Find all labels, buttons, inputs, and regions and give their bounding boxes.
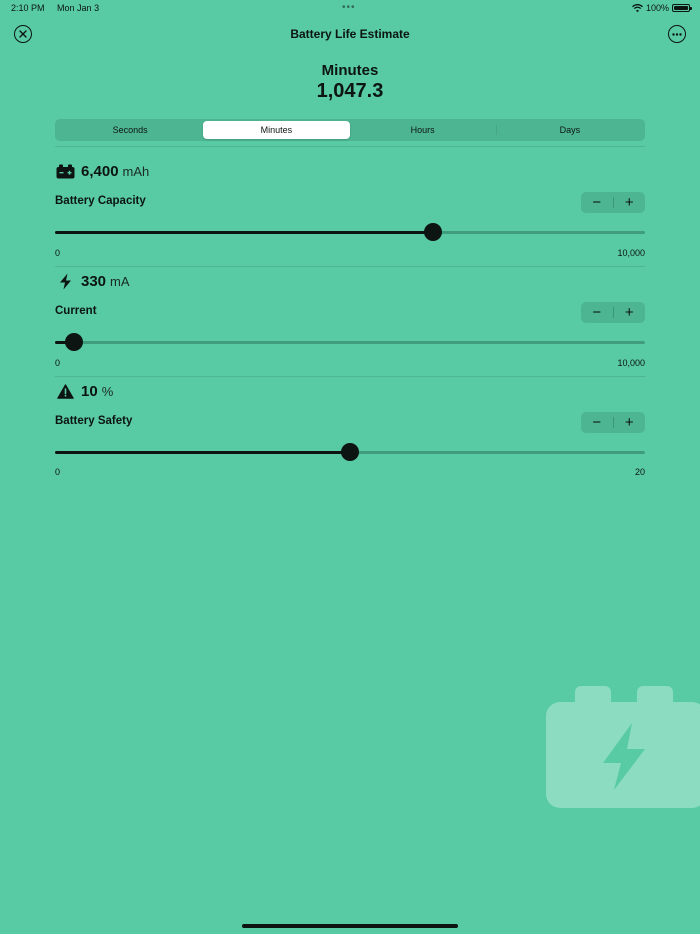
time-unit-segmented-control: Seconds Minutes Hours Days: [55, 119, 645, 141]
status-time: 2:10 PM: [11, 3, 45, 13]
safety-min-label: 0: [55, 467, 61, 477]
capacity-increment-button[interactable]: +: [614, 192, 646, 213]
current-min-label: 0: [55, 358, 61, 368]
capacity-slider-fill: [55, 231, 433, 234]
current-stepper: − +: [581, 302, 645, 323]
decorative-battery-icon: [546, 686, 700, 815]
status-bar-left: 2:10 PM Mon Jan 3: [11, 3, 109, 13]
safety-slider[interactable]: [55, 443, 645, 461]
current-value: 330: [81, 273, 107, 290]
current-max-label: 10,000: [617, 358, 645, 368]
wifi-icon: [632, 4, 643, 12]
safety-decrement-button[interactable]: −: [581, 412, 613, 433]
current-unit: mA: [110, 274, 130, 289]
page-title: Battery Life Estimate: [290, 27, 410, 41]
safety-max-label: 20: [634, 467, 645, 477]
capacity-value-row: 6,400 mAh: [55, 163, 149, 180]
safety-label: Battery Safety: [55, 415, 133, 427]
capacity-value: 6,400: [81, 163, 119, 180]
safety-value: 10: [81, 383, 98, 400]
battery-status-icon: [672, 4, 692, 12]
current-label: Current: [55, 305, 97, 317]
capacity-slider[interactable]: [55, 223, 645, 241]
safety-slider-thumb[interactable]: [341, 443, 359, 461]
battery-percent: 100%: [645, 3, 669, 13]
segment-days[interactable]: Days: [497, 121, 643, 139]
capacity-max-label: 10,000: [617, 248, 645, 258]
more-options-button[interactable]: [668, 25, 686, 43]
capacity-min-label: 0: [55, 248, 61, 258]
current-slider-thumb[interactable]: [65, 333, 84, 351]
safety-slider-fill: [55, 451, 350, 454]
home-indicator[interactable]: [242, 924, 458, 928]
lightning-bolt-icon: [55, 273, 75, 290]
result-label: Minutes: [321, 62, 379, 79]
capacity-stepper: − +: [581, 192, 645, 213]
status-bar-right: 100%: [632, 3, 692, 13]
capacity-label: Battery Capacity: [55, 195, 146, 207]
status-date: Mon Jan 3: [57, 3, 100, 13]
capacity-unit: mAh: [122, 164, 150, 179]
divider: [55, 376, 645, 377]
current-increment-button[interactable]: +: [614, 302, 646, 323]
current-slider[interactable]: [55, 333, 645, 351]
segment-minutes[interactable]: Minutes: [203, 121, 350, 139]
safety-increment-button[interactable]: +: [614, 412, 646, 433]
multitasking-dots-icon[interactable]: •••: [342, 2, 356, 13]
safety-stepper: − +: [581, 412, 645, 433]
result-value: 1,047.3: [316, 80, 384, 102]
current-decrement-button[interactable]: −: [581, 302, 613, 323]
capacity-slider-thumb[interactable]: [423, 223, 442, 241]
safety-value-row: 10 %: [55, 383, 113, 400]
divider: [55, 266, 645, 267]
ellipsis-icon: [672, 32, 682, 36]
segment-hours[interactable]: Hours: [350, 121, 496, 139]
divider: [55, 146, 645, 147]
capacity-decrement-button[interactable]: −: [581, 192, 613, 213]
warning-triangle-icon: [55, 384, 75, 399]
safety-unit: %: [101, 384, 114, 399]
current-value-row: 330 mA: [55, 273, 130, 290]
segment-seconds[interactable]: Seconds: [57, 121, 203, 139]
car-battery-icon: [55, 164, 75, 179]
